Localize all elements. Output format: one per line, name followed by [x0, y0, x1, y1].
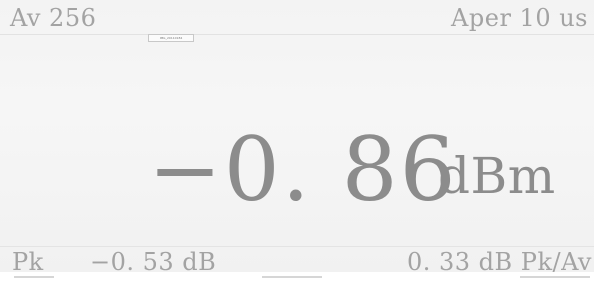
- bezel-mark: [262, 276, 322, 278]
- image-watermark-label: IMG_20110184: [148, 34, 194, 42]
- power-reading-unit: dBm: [438, 147, 556, 205]
- bezel-mark: [520, 276, 590, 278]
- aperture-setting: Aper 10 us: [451, 4, 588, 32]
- power-meter-screen: Av 256 Aper 10 us IMG_20110184 −0. 86 dB…: [0, 0, 594, 282]
- power-reading-value: −0. 86: [148, 118, 458, 221]
- averaging-count: Av 256: [10, 4, 97, 32]
- bezel-mark: [14, 276, 54, 278]
- measurement-display: Av 256 Aper 10 us IMG_20110184 −0. 86 dB…: [0, 0, 594, 276]
